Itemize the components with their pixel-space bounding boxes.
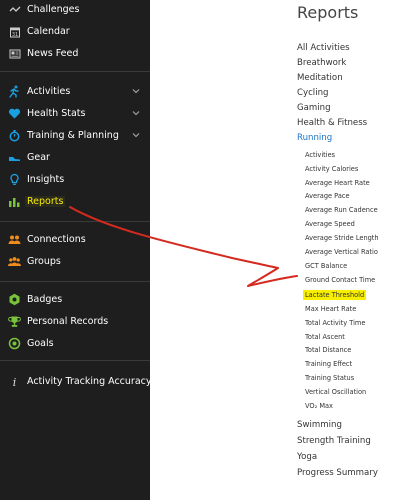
running-report-vertical-oscillation[interactable]: Vertical Oscillation xyxy=(305,388,366,396)
sidebar-item-label: Insights xyxy=(27,174,65,185)
running-report-lactate-threshold[interactable]: Lactate Threshold xyxy=(303,290,367,300)
trophy-icon xyxy=(8,315,21,328)
running-report-max-heart-rate[interactable]: Max Heart Rate xyxy=(305,305,356,313)
sidebar-item-label: Reports xyxy=(25,196,66,207)
challenges-icon xyxy=(8,3,21,16)
report-link-cycling[interactable]: Cycling xyxy=(297,88,329,98)
sidebar-item-challenges[interactable]: Challenges xyxy=(0,0,150,21)
running-report-gct-balance[interactable]: GCT Balance xyxy=(305,262,347,270)
report-link-progress-summary[interactable]: Progress Summary xyxy=(297,468,378,478)
report-link-yoga[interactable]: Yoga xyxy=(297,452,317,462)
sidebar-item-label: Challenges xyxy=(27,4,80,15)
running-report-average-heart-rate[interactable]: Average Heart Rate xyxy=(305,179,370,187)
sidebar-item-personal-records[interactable]: Personal Records xyxy=(0,311,150,333)
shoe-icon xyxy=(8,151,21,164)
sidebar-group-main: Challenges 31 Calendar News Feed xyxy=(0,0,150,65)
running-report-ground-contact-time[interactable]: Ground Contact Time xyxy=(305,276,375,284)
sidebar-item-insights[interactable]: Insights xyxy=(0,169,150,191)
sidebar-divider xyxy=(0,281,150,282)
sidebar-item-label: Personal Records xyxy=(27,316,109,327)
sidebar-item-connections[interactable]: Connections xyxy=(0,229,150,251)
sidebar-item-label: Health Stats xyxy=(27,108,86,119)
sidebar-item-label: Gear xyxy=(27,152,50,163)
report-link-strength-training[interactable]: Strength Training xyxy=(297,436,371,446)
sidebar-item-health-stats[interactable]: Health Stats xyxy=(0,103,150,125)
sidebar-item-goals[interactable]: Goals xyxy=(0,333,150,355)
sidebar-item-label: Calendar xyxy=(27,26,70,37)
info-icon: i xyxy=(8,375,21,388)
sidebar-divider xyxy=(0,71,150,72)
groups-icon xyxy=(8,255,21,268)
chevron-down-icon xyxy=(132,89,140,94)
chevron-down-icon xyxy=(132,111,140,116)
goal-icon xyxy=(8,337,21,350)
sidebar-group-info: i Activity Tracking Accuracy xyxy=(0,371,152,393)
bar-chart-icon xyxy=(8,195,21,208)
calendar-icon: 31 xyxy=(8,25,21,38)
sidebar-divider xyxy=(0,360,150,361)
reports-panel: Reports All Activities Breathwork Medita… xyxy=(150,0,418,500)
sidebar-divider xyxy=(0,221,150,222)
sidebar-item-label: Activities xyxy=(27,86,71,97)
sidebar-item-label: Goals xyxy=(27,338,54,349)
sidebar-item-activity-tracking-accuracy[interactable]: i Activity Tracking Accuracy xyxy=(0,371,152,393)
sidebar-item-label: Connections xyxy=(27,234,86,245)
svg-text:i: i xyxy=(13,376,17,388)
sidebar-group-achievements: Badges Personal Records Goals xyxy=(0,289,150,355)
sidebar-group-social: Connections Groups xyxy=(0,229,150,273)
running-report-total-ascent[interactable]: Total Ascent xyxy=(305,333,345,341)
running-report-average-pace[interactable]: Average Pace xyxy=(305,192,350,200)
running-report-average-run-cadence[interactable]: Average Run Cadence xyxy=(305,206,378,214)
report-link-health-fitness[interactable]: Health & Fitness xyxy=(297,118,367,128)
report-link-gaming[interactable]: Gaming xyxy=(297,103,331,113)
sidebar-item-label: News Feed xyxy=(27,48,79,59)
running-report-total-activity-time[interactable]: Total Activity Time xyxy=(305,319,365,327)
running-report-training-status[interactable]: Training Status xyxy=(305,374,354,382)
running-report-total-distance[interactable]: Total Distance xyxy=(305,346,351,354)
page-title: Reports xyxy=(297,3,359,22)
sidebar-item-activities[interactable]: Activities xyxy=(0,81,150,103)
sidebar-group-tracking: Activities Health Stats Training & Plann… xyxy=(0,81,150,213)
report-link-breathwork[interactable]: Breathwork xyxy=(297,58,346,68)
sidebar-item-news-feed[interactable]: News Feed xyxy=(0,43,150,65)
stopwatch-icon xyxy=(8,129,21,142)
news-feed-icon xyxy=(8,47,21,60)
sidebar-item-label: Activity Tracking Accuracy xyxy=(27,376,152,387)
running-report-activities[interactable]: Activities xyxy=(305,151,335,159)
running-report-training-effect[interactable]: Training Effect xyxy=(305,360,352,368)
sidebar-item-training-planning[interactable]: Training & Planning xyxy=(0,125,150,147)
connections-icon xyxy=(8,233,21,246)
sidebar-item-label: Training & Planning xyxy=(27,130,119,141)
sidebar-item-label: Badges xyxy=(27,294,63,305)
sidebar: Challenges 31 Calendar News Feed Activit… xyxy=(0,0,152,500)
running-report-vo2-max[interactable]: VO₂ Max xyxy=(305,402,333,410)
sidebar-item-badges[interactable]: Badges xyxy=(0,289,150,311)
sidebar-item-reports[interactable]: Reports xyxy=(0,191,150,213)
report-link-all-activities[interactable]: All Activities xyxy=(297,43,350,53)
running-report-average-vertical-ratio[interactable]: Average Vertical Ratio xyxy=(305,248,378,256)
running-report-activity-calories[interactable]: Activity Calories xyxy=(305,165,358,173)
sidebar-item-label: Groups xyxy=(27,256,61,267)
sidebar-item-groups[interactable]: Groups xyxy=(0,251,150,273)
sidebar-item-calendar[interactable]: 31 Calendar xyxy=(0,21,150,43)
heart-icon xyxy=(8,107,21,120)
report-link-swimming[interactable]: Swimming xyxy=(297,420,342,430)
running-report-average-stride-length[interactable]: Average Stride Length xyxy=(305,234,379,242)
report-link-running[interactable]: Running xyxy=(297,133,332,143)
sidebar-item-gear[interactable]: Gear xyxy=(0,147,150,169)
running-report-average-speed[interactable]: Average Speed xyxy=(305,220,355,228)
lightbulb-icon xyxy=(8,173,21,186)
chevron-down-icon xyxy=(132,133,140,138)
svg-text:31: 31 xyxy=(11,32,17,38)
report-link-meditation[interactable]: Meditation xyxy=(297,73,343,83)
activities-icon xyxy=(8,85,21,98)
badge-icon xyxy=(8,293,21,306)
